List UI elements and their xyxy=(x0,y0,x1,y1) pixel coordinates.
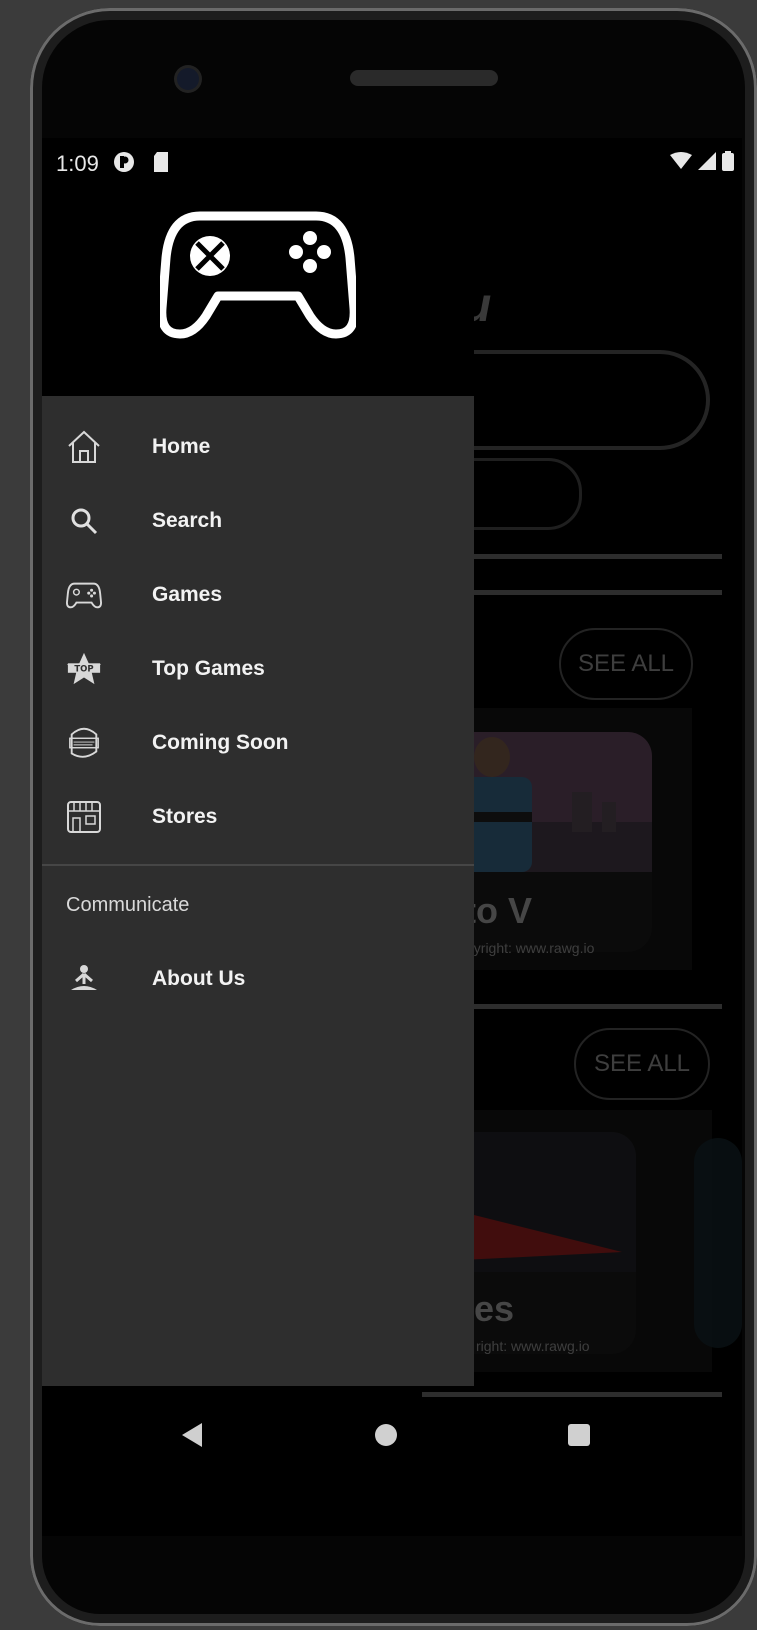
app-notification-icon xyxy=(114,152,134,172)
cell-signal-icon xyxy=(698,152,716,170)
svg-text:TOP: TOP xyxy=(74,664,93,674)
home-icon xyxy=(66,429,102,465)
screen: u SEE ALL to V pyright: www.rawg.io SEE … xyxy=(42,138,742,1536)
nav-recents-icon[interactable] xyxy=(568,1424,590,1446)
status-right-icons xyxy=(670,151,734,171)
nav-back-icon[interactable] xyxy=(182,1423,202,1447)
drawer-section-header: Communicate xyxy=(66,894,190,916)
phone-frame: u SEE ALL to V pyright: www.rawg.io SEE … xyxy=(30,8,757,1626)
front-camera xyxy=(177,68,199,90)
drawer-item-label: Home xyxy=(152,435,211,458)
drawer-item-top-games[interactable]: TOP Top Games xyxy=(42,632,474,706)
drawer-item-coming-soon[interactable]: Coming Soon xyxy=(42,706,474,780)
drawer-divider xyxy=(42,864,474,866)
battery-icon xyxy=(722,151,734,171)
drawer-item-home[interactable]: Home xyxy=(42,410,474,484)
sd-card-icon xyxy=(154,152,168,172)
status-time: 1:09 xyxy=(56,151,99,176)
drawer-item-games[interactable]: Games xyxy=(42,558,474,632)
gamepad-icon xyxy=(66,577,102,613)
earpiece-speaker xyxy=(350,70,498,86)
coming-soon-icon xyxy=(66,725,102,761)
drawer-menu: Home Search Games TOP Top Games Coming S… xyxy=(42,396,474,1386)
drawer-item-label: Stores xyxy=(152,805,218,828)
top-star-icon: TOP xyxy=(66,651,102,687)
drawer-item-label: Games xyxy=(152,583,223,606)
nav-home-icon[interactable] xyxy=(375,1424,397,1446)
drawer-item-label: Search xyxy=(152,509,223,532)
gamepad-logo-icon xyxy=(160,211,356,339)
drawer-item-label: Top Games xyxy=(152,657,265,680)
drawer-item-about-us[interactable]: About Us xyxy=(42,942,474,1016)
drawer-item-search[interactable]: Search xyxy=(42,484,474,558)
drawer-item-label: About Us xyxy=(152,967,246,990)
navigation-drawer: Home Search Games TOP Top Games Coming S… xyxy=(42,188,474,1398)
store-icon xyxy=(66,799,102,835)
search-icon xyxy=(66,503,102,539)
drawer-header xyxy=(42,188,474,396)
meditation-icon xyxy=(66,961,102,997)
drawer-item-label: Coming Soon xyxy=(152,731,289,754)
wifi-icon xyxy=(670,152,692,169)
status-bar: 1:09 xyxy=(42,138,742,188)
system-navigation-bar xyxy=(42,1398,742,1478)
drawer-item-stores[interactable]: Stores xyxy=(42,780,474,854)
